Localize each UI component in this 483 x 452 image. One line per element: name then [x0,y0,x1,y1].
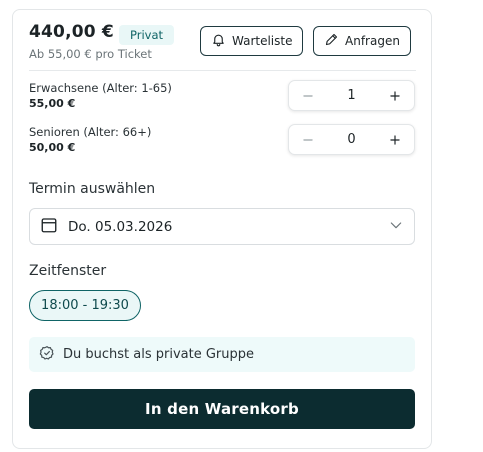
ticket-price-adults: 55,00 € [29,97,76,110]
timeslot-section-title: Zeitfenster [29,263,107,279]
add-to-cart-button[interactable]: In den Warenkorb [29,389,415,429]
quantity-stepper-seniors: 0 [288,124,415,155]
quantity-value-seniors[interactable]: 0 [347,132,355,147]
quantity-value-adults[interactable]: 1 [347,88,355,103]
quantity-stepper-adults: 1 [288,80,415,111]
minus-icon[interactable] [299,131,317,149]
inquire-button[interactable]: Anfragen [313,26,411,56]
date-select[interactable]: Do. 05.03.2026 [29,208,415,245]
private-group-notice: Du buchst als private Gruppe [29,337,415,372]
ticket-price-seniors: 50,00 € [29,141,76,154]
waitlist-button[interactable]: Warteliste [200,26,304,56]
privacy-badge: Privat [119,25,175,45]
ticket-label-seniors: Senioren (Alter: 66+) [29,125,152,139]
divider [29,70,416,71]
minus-icon[interactable] [299,87,317,105]
waitlist-label: Warteliste [232,34,293,48]
pencil-icon [324,32,339,50]
date-value: Do. 05.03.2026 [68,218,173,235]
price-per-ticket: Ab 55,00 € pro Ticket [29,47,152,61]
timeslot-option[interactable]: 18:00 - 19:30 [29,290,141,321]
date-section-title: Termin auswählen [29,181,156,197]
private-group-text: Du buchst als private Gruppe [63,347,255,362]
chevron-down-icon [388,217,404,237]
price-total: 440,00 € [29,22,114,42]
plus-icon[interactable] [386,131,404,149]
ticket-label-adults: Erwachsene (Alter: 1-65) [29,81,172,95]
calendar-icon [40,216,58,238]
plus-icon[interactable] [386,87,404,105]
check-circle-icon [39,345,55,365]
booking-card: 440,00 € Privat Ab 55,00 € pro Ticket Wa… [12,9,432,449]
bell-icon [211,32,226,50]
inquire-label: Anfragen [345,34,400,48]
